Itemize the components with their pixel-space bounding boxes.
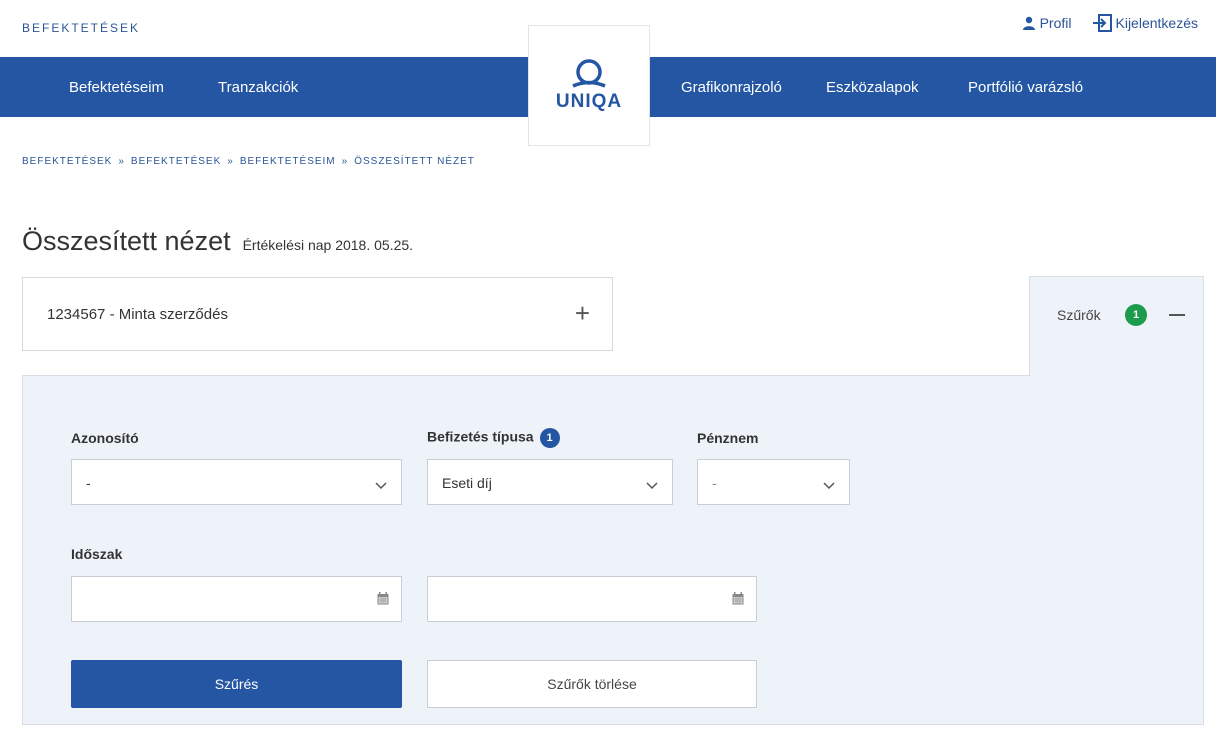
- breadcrumb-item[interactable]: BEFEKTETÉSEK: [22, 156, 112, 167]
- valuation-date: Értékelési nap 2018. 05.25.: [242, 237, 414, 253]
- logout-link[interactable]: Kijelentkezés: [1092, 14, 1199, 32]
- payment-type-label: Befizetés típusa: [427, 428, 534, 445]
- contract-label: 1234567 - Minta szerződés: [47, 306, 228, 323]
- period-from-input[interactable]: [71, 576, 402, 622]
- nav-item-portfolio-wizard[interactable]: Portfólió varázsló: [968, 79, 1083, 96]
- period-to-input[interactable]: [427, 576, 757, 622]
- nav-item-transactions[interactable]: Tranzakciók: [218, 79, 298, 96]
- currency-select[interactable]: -: [697, 459, 850, 505]
- chevron-down-icon: [375, 477, 387, 493]
- logout-icon: [1092, 14, 1112, 32]
- filters-count-badge: 1: [1125, 304, 1147, 326]
- currency-select-value: -: [712, 475, 717, 491]
- id-select[interactable]: -: [71, 459, 402, 505]
- payment-type-count-badge: 1: [539, 428, 560, 448]
- breadcrumb-separator: »: [341, 156, 349, 167]
- chevron-down-icon: [823, 477, 835, 493]
- breadcrumb-current: ÖSSZESÍTETT NÉZET: [354, 156, 475, 167]
- section-title: BEFEKTETÉSEK: [22, 21, 141, 35]
- calendar-icon[interactable]: [732, 592, 744, 610]
- chevron-down-icon: [646, 477, 658, 493]
- filters-label: Szűrők: [1057, 307, 1101, 323]
- filters-toggle[interactable]: Szűrők 1: [1029, 276, 1204, 376]
- currency-label: Pénznem: [697, 430, 759, 446]
- logout-label: Kijelentkezés: [1115, 15, 1199, 31]
- filter-submit-button[interactable]: Szűrés: [71, 660, 402, 708]
- period-label: Időszak: [71, 546, 123, 562]
- id-label: Azonosító: [71, 430, 139, 446]
- page-title: Összesített nézet: [22, 226, 231, 256]
- plus-icon[interactable]: +: [575, 298, 590, 329]
- breadcrumb-separator: »: [227, 156, 234, 167]
- uniqa-logo[interactable]: UNIQA: [528, 25, 650, 146]
- page-header: Összesített nézet Értékelési nap 2018. 0…: [22, 226, 413, 257]
- contract-selector[interactable]: 1234567 - Minta szerződés +: [22, 277, 613, 351]
- user-links: Profil Kijelentkezés: [1022, 14, 1198, 32]
- breadcrumb-item[interactable]: BEFEKTETÉSEK: [131, 156, 221, 167]
- nav-item-funds[interactable]: Eszközalapok: [826, 79, 919, 96]
- breadcrumb-separator: »: [118, 156, 125, 167]
- profile-link[interactable]: Profil: [1022, 15, 1072, 31]
- person-icon: [1022, 16, 1036, 30]
- calendar-icon[interactable]: [377, 592, 389, 610]
- logo-text: UNIQA: [555, 90, 623, 112]
- nav-item-investments[interactable]: Befektetéseim: [69, 79, 164, 96]
- breadcrumb-item[interactable]: BEFEKTETÉSEIM: [240, 156, 336, 167]
- id-select-value: -: [86, 475, 91, 491]
- profile-label: Profil: [1039, 15, 1072, 31]
- breadcrumb: BEFEKTETÉSEK » BEFEKTETÉSEK » BEFEKTETÉS…: [22, 156, 475, 167]
- payment-type-select[interactable]: Eseti díj: [427, 459, 673, 505]
- filter-panel: Azonosító - Befizetés típusa 1 Eseti díj …: [22, 375, 1204, 725]
- clear-filters-button[interactable]: Szűrők törlése: [427, 660, 757, 708]
- nav-item-chart-tool[interactable]: Grafikonrajzoló: [681, 79, 782, 96]
- minus-icon[interactable]: [1169, 314, 1185, 316]
- payment-type-select-value: Eseti díj: [442, 475, 492, 491]
- uniqa-logo-mark: [572, 58, 606, 88]
- payment-type-label-group: Befizetés típusa 1: [427, 428, 560, 448]
